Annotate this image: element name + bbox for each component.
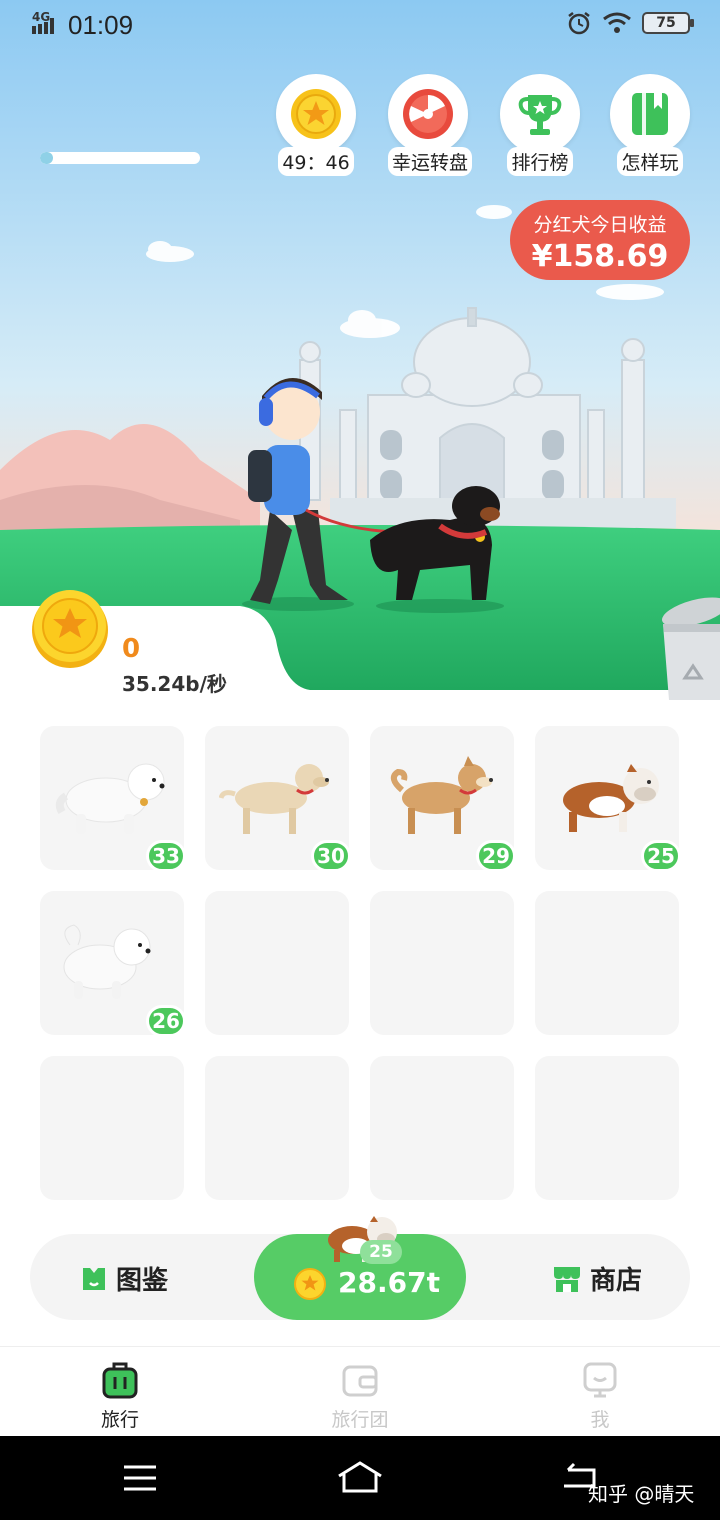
how-to-play-button[interactable]: 怎样玩 [610,74,690,176]
wallet-icon [342,1365,378,1397]
lucky-wheel-label: 幸运转盘 [388,147,473,176]
dog-slot[interactable]: 25 [535,726,681,872]
bottom-tab-bar: 旅行 旅行团 我 [0,1346,720,1436]
recycle-bin-icon[interactable] [655,596,720,706]
empty-dog-slot[interactable] [370,891,514,1035]
coin-timer-button[interactable]: 49：46 [276,74,356,176]
empty-dog-slot[interactable] [535,891,679,1035]
tab-travel-group-label: 旅行团 [331,1409,389,1431]
dog-slot[interactable]: 26 [40,891,186,1037]
empty-dog-slot[interactable] [370,1056,514,1200]
coin-icon [294,1268,326,1300]
suitcase-icon [102,1362,138,1399]
coin-rate: 35.24b/秒 [122,672,227,696]
buy-dog-level: 25 [360,1240,402,1264]
battery-indicator: 75 [642,12,694,34]
status-bar: 4G 01:09 75 [0,0,720,50]
shop-button[interactable]: 商店 [552,1260,642,1297]
dog-level-badge: 29 [476,840,516,872]
catalog-button[interactable]: 图鉴 [80,1260,168,1297]
tab-me-label: 我 [590,1409,610,1431]
profile-icon [583,1362,617,1398]
dog-level-badge: 25 [641,840,681,872]
gold-coin-icon [32,590,108,668]
tab-travel[interactable]: 旅行 [60,1361,180,1432]
coin-balance: 0 [122,634,141,664]
dividend-earnings-badge[interactable]: 分红犬今日收益 ¥158.69 [510,200,690,280]
empty-dog-slot[interactable] [40,1056,184,1200]
coin-timer-label: 49：46 [278,147,354,176]
tab-me[interactable]: 我 [540,1361,660,1432]
game-screen: 4G 01:09 75 49：46 幸运转盘 排行榜 怎样玩 分红犬今日收益 ¥… [0,0,720,1520]
clock: 01:09 [68,10,134,40]
dog-level-badge: 26 [146,1005,186,1037]
watermark: 知乎 @晴天 [588,1482,695,1506]
home-icon[interactable] [336,1460,384,1494]
wifi-icon [603,12,631,33]
tab-travel-label: 旅行 [100,1409,139,1431]
dividend-title: 分红犬今日收益 [533,214,667,236]
network-type: 4G [32,10,50,24]
how-to-play-label: 怎样玩 [617,147,683,176]
lucky-wheel-icon [403,89,453,139]
dog-slot[interactable]: 33 [40,726,186,872]
lucky-wheel-button[interactable]: 幸运转盘 [388,74,473,176]
trophy-icon [518,95,562,135]
buy-price: 28.67t [338,1266,440,1299]
leaderboard-label: 排行榜 [507,147,573,176]
empty-dog-slot[interactable] [205,891,349,1035]
empty-dog-slot[interactable] [535,1056,679,1200]
catalog-label: 图鉴 [116,1266,169,1296]
shop-icon [554,1266,580,1292]
menu-icon[interactable] [122,1464,158,1492]
cellular-signal-icon: 4G [32,10,54,34]
travel-progress-bar [40,152,200,164]
leaderboard-button[interactable]: 排行榜 [500,74,580,176]
dog-slot[interactable]: 30 [205,726,351,872]
book-icon [632,93,668,135]
shop-label: 商店 [590,1266,643,1296]
dog-level-badge: 33 [146,840,186,872]
empty-dog-slot[interactable] [205,1056,349,1200]
dividend-amount: ¥158.69 [531,239,669,274]
progress-fill [40,152,53,164]
alarm-icon [568,12,590,35]
dog-level-badge: 30 [311,840,351,872]
dog-slot[interactable]: 29 [370,726,516,872]
star-coin-icon [291,89,341,139]
catalog-icon [83,1267,105,1290]
tab-travel-group[interactable]: 旅行团 [300,1361,420,1432]
